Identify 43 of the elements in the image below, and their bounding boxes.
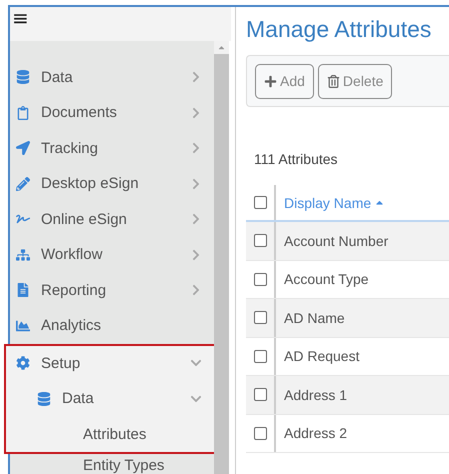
menu-button[interactable]: ≡ (12, 8, 29, 28)
menu-item[interactable]: Online eSign (10, 202, 214, 237)
menu-item[interactable]: Workflow (10, 237, 214, 272)
menu-item[interactable]: Desktop eSign (10, 166, 214, 202)
menu-item[interactable]: Documents (10, 95, 214, 130)
page-title: Manage Attributes (246, 16, 432, 43)
checkbox[interactable] (254, 388, 266, 402)
menu-item[interactable]: Data (10, 60, 214, 95)
checkbox[interactable] (254, 426, 266, 440)
pencil-icon (16, 176, 30, 191)
add-button[interactable]: Add (255, 64, 314, 98)
record-count: 111 Attributes (253, 151, 339, 167)
table-cell-text: Account Type (283, 271, 369, 288)
clipboard-icon (16, 106, 30, 120)
area-chart-icon (16, 318, 30, 333)
checkbox[interactable] (254, 272, 266, 286)
table-cell-text: Address 2 (283, 425, 348, 442)
table-cell-text: AD Request (283, 348, 360, 364)
scrollbar[interactable] (214, 40, 229, 474)
checkbox[interactable] (254, 196, 266, 209)
menu-item[interactable]: Reporting (10, 272, 214, 308)
checkbox[interactable] (254, 350, 266, 363)
menu-item[interactable]: Setup (10, 346, 214, 381)
menu-item[interactable]: Entity Types (10, 454, 214, 474)
checkbox[interactable] (254, 311, 266, 324)
trash-icon (326, 74, 340, 88)
database-icon (16, 70, 30, 84)
location-arrow-icon (16, 141, 30, 156)
sitemap-icon (16, 248, 30, 262)
plus-icon (264, 74, 277, 88)
table-cell-text: Account Number (283, 232, 388, 249)
menu-item[interactable]: Data (32, 381, 214, 416)
menu-item[interactable]: Analytics (10, 308, 214, 344)
checkbox[interactable] (254, 234, 266, 248)
menu-item[interactable]: Attributes (53, 416, 214, 452)
gear-icon (16, 356, 30, 370)
table-cell-text: AD Name (283, 310, 345, 326)
file-icon (16, 283, 30, 298)
menu-item[interactable]: Tracking (10, 130, 214, 166)
column-header[interactable]: Display Name (276, 194, 386, 210)
database-icon (37, 392, 51, 406)
delete-button[interactable]: Delete (318, 64, 392, 98)
table-cell-text: Address 1 (283, 386, 348, 403)
